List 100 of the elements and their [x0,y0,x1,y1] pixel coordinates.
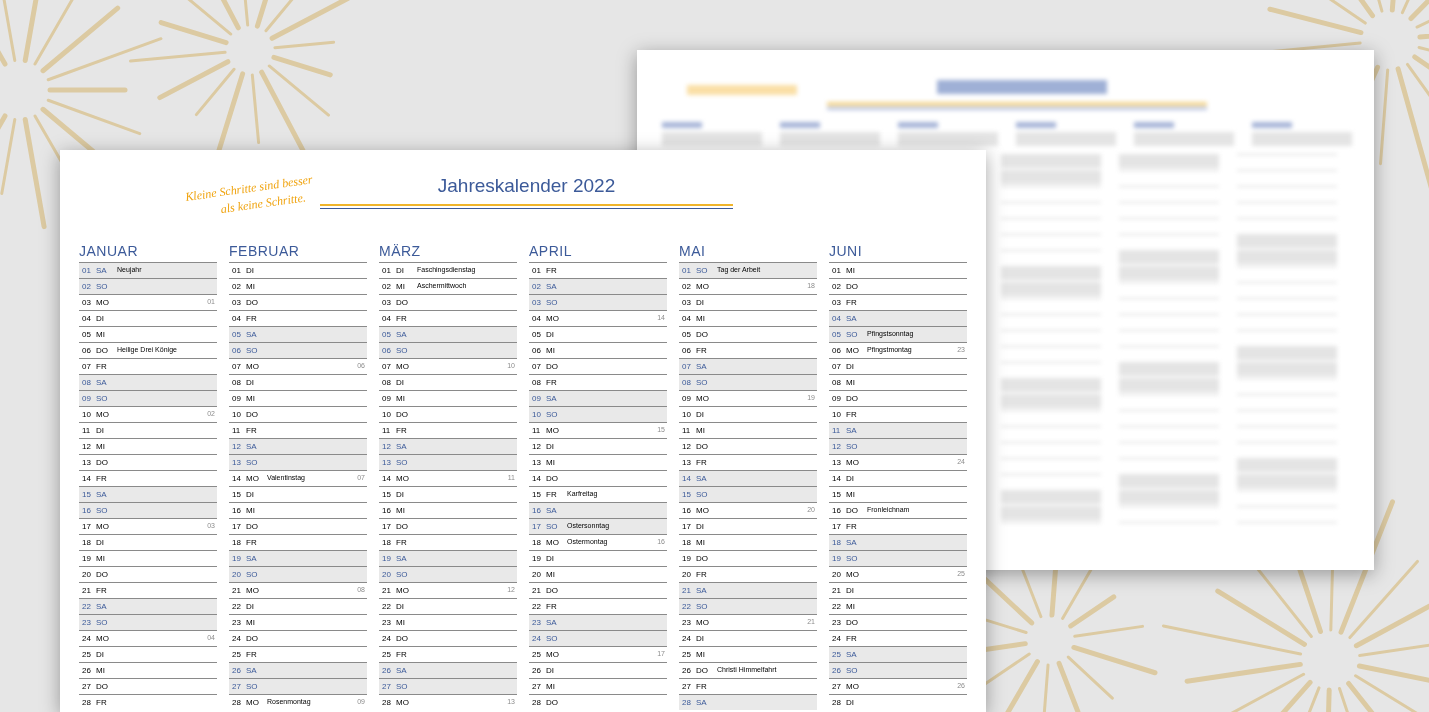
weekday: FR [546,264,558,277]
weekday: MI [96,664,106,677]
day-number: 28 [232,696,242,709]
weekday: MO [846,344,860,357]
day-number: 22 [682,600,692,613]
weekday: MO [396,696,410,709]
weekday: SO [546,296,559,309]
weekday: SO [246,680,259,693]
weekday: DI [546,552,555,565]
weekday: DI [96,536,105,549]
weekday: MI [396,280,406,293]
day-number: 27 [232,680,242,693]
day-number: 21 [82,584,92,597]
day-number: 10 [532,408,542,421]
day-number: 17 [682,520,692,533]
weekday: DO [246,408,259,421]
weekday: MO [396,584,410,597]
weekday: FR [396,424,408,437]
weekday: DO [846,504,859,517]
day-number: 01 [232,264,242,277]
weekday: MI [546,344,556,357]
day-number: 16 [82,504,92,517]
weekday: MO [546,424,560,437]
day-number: 08 [82,376,92,389]
weekday: SO [696,264,709,277]
weekday: DO [96,456,109,469]
weekday: MI [696,536,706,549]
weekday: SA [846,648,858,661]
day-number: 17 [382,520,392,533]
weekday: SO [246,456,259,469]
day-number: 10 [832,408,842,421]
day-number: 08 [232,376,242,389]
day-number: 25 [532,648,542,661]
day-number: 07 [82,360,92,373]
weekday: DO [696,328,709,341]
day-number: 26 [532,664,542,677]
weekday: MI [846,376,856,389]
day-number: 18 [232,536,242,549]
weekday: SO [246,568,259,581]
day-number: 24 [832,632,842,645]
weekday: MO [96,296,110,309]
weekday: DI [246,264,255,277]
weekday: SO [96,392,109,405]
day-number: 15 [82,488,92,501]
day-number: 13 [532,456,542,469]
day-number: 15 [832,488,842,501]
day-number: 02 [832,280,842,293]
weekday: MO [546,536,560,549]
day-number: 04 [82,312,92,325]
weekday: DI [96,424,105,437]
day-number: 19 [232,552,242,565]
month-name: MÄRZ [379,242,422,261]
weekday: MO [846,680,860,693]
weekday: MI [546,568,556,581]
weekday: FR [846,632,858,645]
day-number: 01 [682,264,692,277]
weekday: MO [846,568,860,581]
day-number: 26 [82,664,92,677]
day-number: 14 [382,472,392,485]
day-number: 28 [82,696,92,709]
day-number: 17 [232,520,242,533]
weekday: DO [546,584,559,597]
day-number: 20 [682,568,692,581]
day-number: 07 [532,360,542,373]
weekday: FR [246,648,258,661]
weekday: SA [396,552,408,565]
weekday: MI [96,552,106,565]
weekday: FR [96,472,108,485]
weekday: SA [96,488,108,501]
weekday: SA [846,312,858,325]
day-number: 09 [682,392,692,405]
weekday: FR [96,584,108,597]
weekday: MI [396,616,406,629]
weekday: DO [696,664,709,677]
day-number: 18 [82,536,92,549]
weekday: FR [96,696,108,709]
weekday: DI [396,600,405,613]
weekday: DI [546,664,555,677]
day-number: 16 [382,504,392,517]
weekday: DI [246,600,255,613]
weekday: DO [846,280,859,293]
weekday: SA [96,264,108,277]
day-number: 02 [382,280,392,293]
day-number: 27 [832,680,842,693]
day-number: 22 [382,600,392,613]
day-number: 09 [832,392,842,405]
day-number: 12 [532,440,542,453]
weekday: SO [846,552,859,565]
weekday: MO [96,632,110,645]
weekday: DI [396,264,405,277]
month-name: JANUAR [79,242,139,261]
day-number: 03 [232,296,242,309]
weekday: DO [396,408,409,421]
day-number: 11 [232,424,242,437]
day-number: 04 [832,312,842,325]
weekday: DO [696,552,709,565]
weekday: SA [546,616,558,629]
day-number: 03 [532,296,542,309]
day-number: 06 [682,344,692,357]
day-number: 16 [832,504,842,517]
